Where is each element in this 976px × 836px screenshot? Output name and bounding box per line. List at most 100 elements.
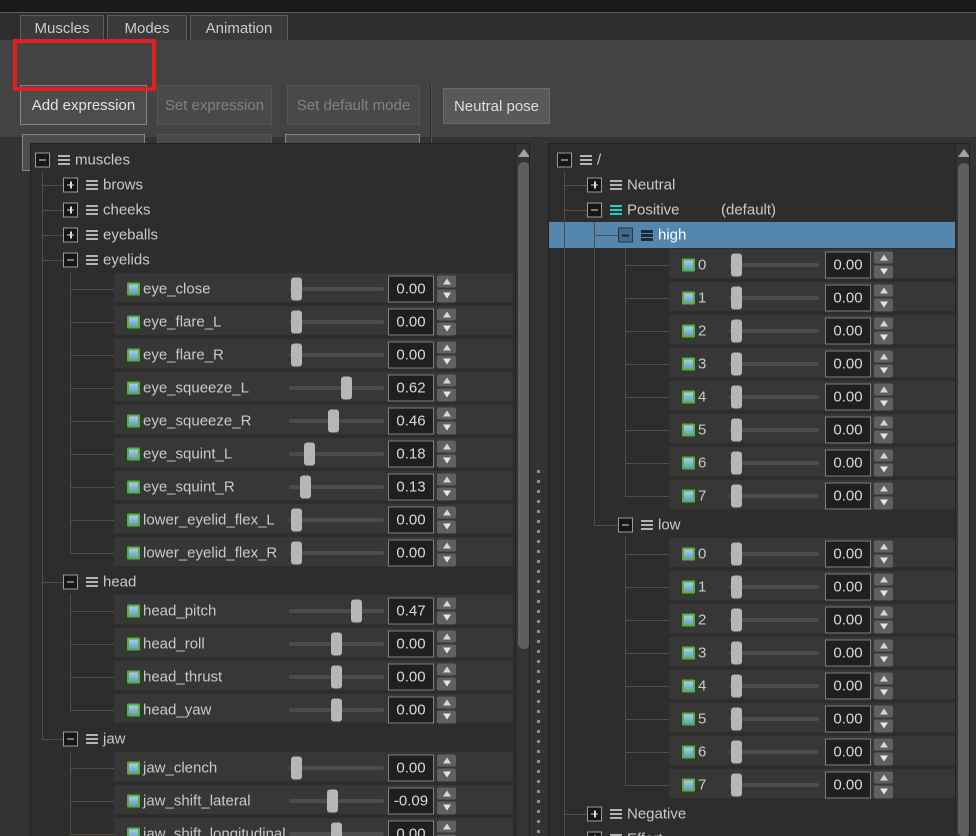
expand-icon[interactable] bbox=[63, 177, 78, 192]
mode-row-4[interactable]: 40.00 bbox=[549, 669, 969, 702]
muscle-checkbox[interactable] bbox=[127, 447, 140, 460]
spin-up-button[interactable] bbox=[874, 284, 893, 297]
spin-up-button[interactable] bbox=[437, 308, 456, 321]
mode-row-1[interactable]: 10.00 bbox=[549, 570, 969, 603]
mode-checkbox[interactable] bbox=[682, 456, 695, 469]
mode-group-Effort[interactable]: Effort bbox=[549, 826, 969, 836]
muscle-checkbox[interactable] bbox=[127, 637, 140, 650]
collapse-icon[interactable] bbox=[557, 152, 572, 167]
muscle-checkbox[interactable] bbox=[127, 546, 140, 559]
mode-value-field[interactable]: 0.00 bbox=[825, 383, 871, 410]
tab-modes[interactable]: Modes bbox=[107, 15, 187, 41]
mode-slider-handle[interactable] bbox=[731, 740, 742, 763]
expand-icon[interactable] bbox=[63, 202, 78, 217]
spin-up-button[interactable] bbox=[874, 771, 893, 784]
spin-down-button[interactable] bbox=[437, 389, 456, 402]
mode-slider-handle[interactable] bbox=[731, 773, 742, 796]
mode-checkbox[interactable] bbox=[682, 390, 695, 403]
mode-row-1[interactable]: 10.00 bbox=[549, 281, 969, 314]
spin-up-button[interactable] bbox=[437, 820, 456, 833]
mode-slider-track[interactable] bbox=[729, 684, 819, 688]
spin-up-button[interactable] bbox=[874, 573, 893, 586]
spin-down-button[interactable] bbox=[874, 332, 893, 345]
muscle-value-field[interactable]: 0.13 bbox=[388, 473, 434, 500]
muscle-value-field[interactable]: 0.00 bbox=[388, 696, 434, 723]
mode-value-field[interactable]: 0.00 bbox=[825, 251, 871, 278]
muscle-slider-handle[interactable] bbox=[291, 310, 302, 333]
spin-down-button[interactable] bbox=[874, 299, 893, 312]
muscle-slider-track[interactable] bbox=[289, 609, 384, 613]
spin-up-button[interactable] bbox=[437, 374, 456, 387]
mode-slider-handle[interactable] bbox=[731, 418, 742, 441]
vertical-scrollbar[interactable] bbox=[955, 144, 970, 836]
tab-animation[interactable]: Animation bbox=[190, 15, 288, 41]
muscle-group-jaw[interactable]: jaw bbox=[31, 726, 529, 751]
spin-down-button[interactable] bbox=[437, 612, 456, 625]
mode-slider-track[interactable] bbox=[729, 618, 819, 622]
scrollbar-thumb[interactable] bbox=[958, 163, 970, 836]
mode-checkbox[interactable] bbox=[682, 580, 695, 593]
muscle-value-field[interactable]: 0.00 bbox=[388, 275, 434, 302]
mode-group-Positive[interactable]: Positive(default) bbox=[549, 197, 969, 222]
mode-row-7[interactable]: 70.00 bbox=[549, 479, 969, 512]
mode-row-2[interactable]: 20.00 bbox=[549, 314, 969, 347]
mode-value-field[interactable]: 0.00 bbox=[825, 317, 871, 344]
muscle-slider-handle[interactable] bbox=[291, 277, 302, 300]
muscle-slider-track[interactable] bbox=[289, 320, 384, 324]
mode-value-field[interactable]: 0.00 bbox=[825, 738, 871, 765]
mode-slider-handle[interactable] bbox=[731, 674, 742, 697]
spin-down-button[interactable] bbox=[874, 720, 893, 733]
mode-slider-track[interactable] bbox=[729, 461, 819, 465]
spin-down-button[interactable] bbox=[437, 711, 456, 724]
mode-checkbox[interactable] bbox=[682, 712, 695, 725]
tab-muscles[interactable]: Muscles bbox=[20, 15, 104, 41]
mode-checkbox[interactable] bbox=[682, 778, 695, 791]
collapse-icon[interactable] bbox=[63, 731, 78, 746]
muscle-slider-track[interactable] bbox=[289, 518, 384, 522]
expand-icon[interactable] bbox=[587, 806, 602, 821]
mode-value-field[interactable]: 0.00 bbox=[825, 284, 871, 311]
spin-up-button[interactable] bbox=[437, 407, 456, 420]
mode-slider-track[interactable] bbox=[729, 783, 819, 787]
muscle-slider-handle[interactable] bbox=[291, 756, 302, 779]
collapse-icon[interactable] bbox=[63, 252, 78, 267]
spin-down-button[interactable] bbox=[874, 266, 893, 279]
mode-group-/[interactable]: / bbox=[549, 147, 969, 172]
spin-down-button[interactable] bbox=[437, 422, 456, 435]
mode-checkbox[interactable] bbox=[682, 258, 695, 271]
mode-group-Neutral[interactable]: Neutral bbox=[549, 172, 969, 197]
muscle-slider-handle[interactable] bbox=[331, 822, 342, 836]
spin-up-button[interactable] bbox=[874, 738, 893, 751]
mode-slider-handle[interactable] bbox=[731, 575, 742, 598]
muscle-checkbox[interactable] bbox=[127, 348, 140, 361]
mode-slider-track[interactable] bbox=[729, 362, 819, 366]
muscle-slider-handle[interactable] bbox=[291, 343, 302, 366]
muscle-slider-handle[interactable] bbox=[328, 409, 339, 432]
muscle-value-field[interactable]: 0.00 bbox=[388, 308, 434, 335]
mode-checkbox[interactable] bbox=[682, 357, 695, 370]
mode-slider-handle[interactable] bbox=[731, 319, 742, 342]
mode-slider-handle[interactable] bbox=[731, 286, 742, 309]
muscle-checkbox[interactable] bbox=[127, 414, 140, 427]
mode-slider-track[interactable] bbox=[729, 552, 819, 556]
muscle-checkbox[interactable] bbox=[127, 315, 140, 328]
mode-slider-track[interactable] bbox=[729, 494, 819, 498]
mode-checkbox[interactable] bbox=[682, 547, 695, 560]
mode-row-4[interactable]: 40.00 bbox=[549, 380, 969, 413]
spin-down-button[interactable] bbox=[437, 769, 456, 782]
mode-slider-handle[interactable] bbox=[731, 707, 742, 730]
spin-up-button[interactable] bbox=[874, 672, 893, 685]
muscle-value-field[interactable]: 0.00 bbox=[388, 820, 434, 836]
mode-slider-track[interactable] bbox=[729, 395, 819, 399]
muscle-value-field[interactable]: 0.00 bbox=[388, 754, 434, 781]
muscle-slider-track[interactable] bbox=[289, 386, 384, 390]
muscle-slider-handle[interactable] bbox=[331, 632, 342, 655]
vertical-scrollbar[interactable] bbox=[515, 144, 530, 836]
mode-value-field[interactable]: 0.00 bbox=[825, 771, 871, 798]
mode-checkbox[interactable] bbox=[682, 324, 695, 337]
collapse-icon[interactable] bbox=[618, 517, 633, 532]
mode-value-field[interactable]: 0.00 bbox=[825, 449, 871, 476]
spin-up-button[interactable] bbox=[874, 416, 893, 429]
spin-up-button[interactable] bbox=[437, 473, 456, 486]
spin-down-button[interactable] bbox=[437, 323, 456, 336]
